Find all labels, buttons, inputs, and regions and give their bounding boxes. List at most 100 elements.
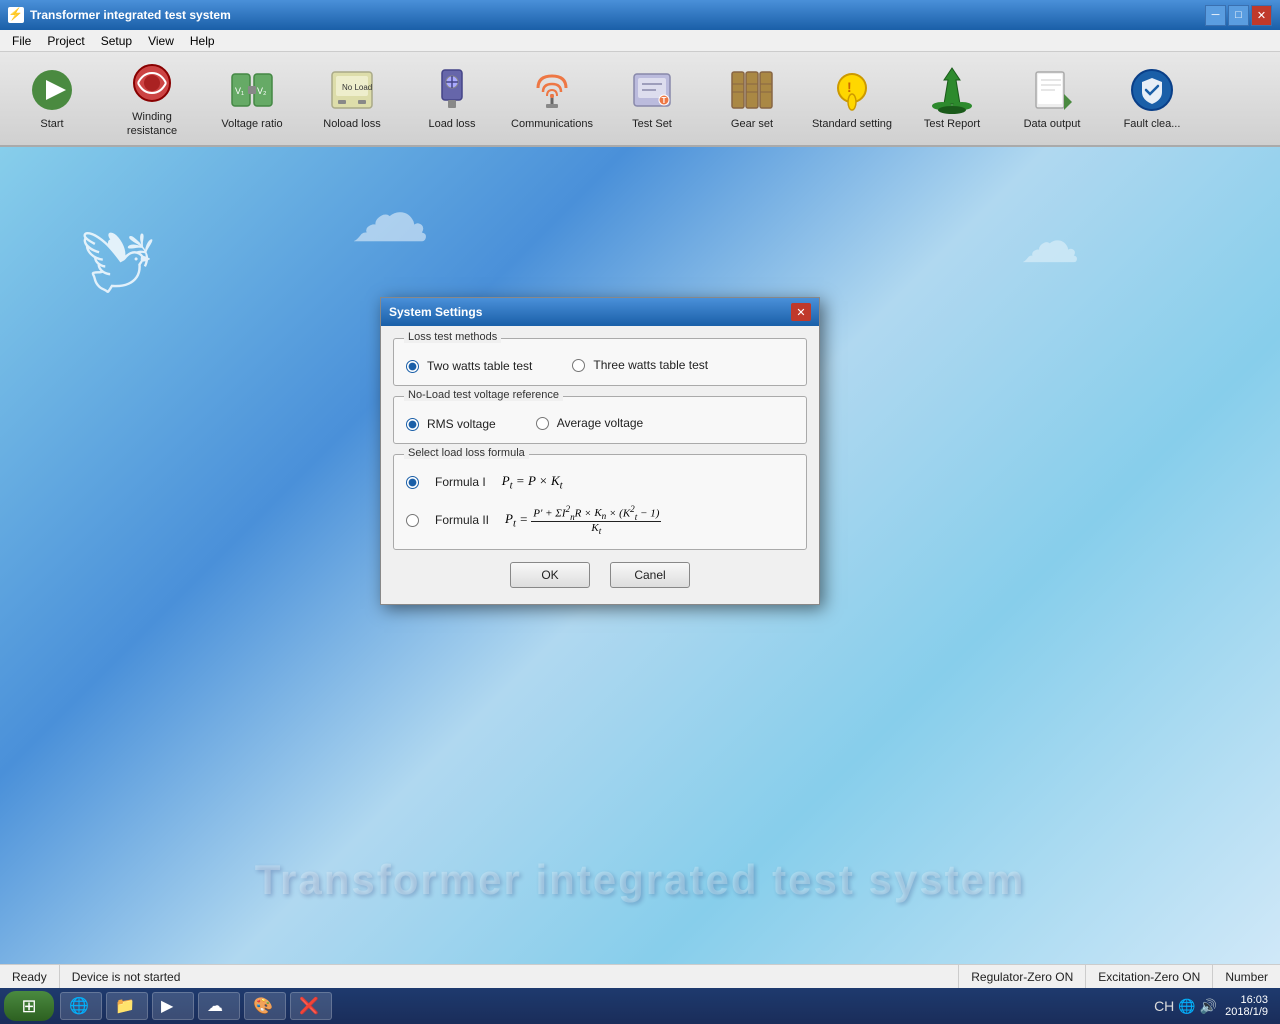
toolbar-start[interactable]: Start — [2, 56, 102, 141]
app-icon: ⚡ — [8, 7, 24, 23]
gearset-label: Gear set — [731, 118, 773, 131]
formula2-radio[interactable] — [406, 514, 419, 527]
status-ready: Ready — [0, 965, 60, 988]
menu-project[interactable]: Project — [39, 32, 92, 50]
status-device: Device is not started — [60, 965, 960, 988]
testset-label: Test Set — [632, 118, 672, 131]
menu-setup[interactable]: Setup — [93, 32, 140, 50]
maximize-button[interactable]: □ — [1228, 5, 1249, 26]
noload-voltage-label: No-Load test voltage reference — [404, 389, 563, 401]
status-number: Number — [1213, 965, 1280, 988]
toolbar-standard[interactable]: ! Standard setting — [802, 56, 902, 141]
time-display: 16:03 — [1225, 994, 1268, 1006]
toolbar-gearset[interactable]: Gear set — [702, 56, 802, 141]
formula1-display: Pt = P × Kt — [502, 473, 563, 492]
voltage-label: Voltage ratio — [221, 118, 282, 131]
menu-view[interactable]: View — [140, 32, 182, 50]
svg-text:V₁: V₁ — [235, 86, 244, 96]
toolbar-comm[interactable]: Communications — [502, 56, 602, 141]
toolbar-testset[interactable]: T Test Set — [602, 56, 702, 141]
gearset-icon — [728, 66, 776, 114]
titlebar: ⚡ Transformer integrated test system ─ □… — [0, 0, 1280, 30]
regulator-text: Regulator-Zero ON — [971, 970, 1073, 984]
standard-label: Standard setting — [812, 118, 892, 131]
start-label: Start — [40, 118, 63, 131]
standard-icon: ! — [828, 66, 876, 114]
taskbar-explorer[interactable]: 📁 — [106, 992, 148, 1020]
loadloss-label: Load loss — [428, 118, 475, 131]
dialog-close-button[interactable]: ✕ — [791, 303, 811, 321]
dataoutput-label: Data output — [1024, 118, 1081, 131]
svg-text:No Load: No Load — [342, 83, 372, 92]
winding-icon — [128, 59, 176, 107]
excitation-text: Excitation-Zero ON — [1098, 970, 1200, 984]
network-icon: 🌐 — [1178, 998, 1195, 1015]
sys-tray: CH 🌐 🔊 — [1154, 998, 1217, 1015]
ie-icon: 🌐 — [69, 996, 89, 1016]
noload-icon: No Load — [328, 66, 376, 114]
formula2-label: Formula II — [435, 513, 489, 527]
menu-help[interactable]: Help — [182, 32, 223, 50]
toolbar-winding[interactable]: Winding resistance — [102, 56, 202, 141]
svg-text:!: ! — [847, 79, 852, 95]
start-icon: ⊞ — [21, 996, 36, 1017]
winding-label: Winding resistance — [107, 111, 197, 137]
system-settings-dialog: System Settings ✕ Loss test methods Two … — [380, 297, 820, 605]
two-watts-radio[interactable] — [406, 360, 419, 373]
formula2-display: Pt = P' + ΣI2nR × Kn × (K2t − 1) Kt — [505, 504, 661, 537]
cancel-button[interactable]: Canel — [610, 562, 690, 588]
minimize-button[interactable]: ─ — [1205, 5, 1226, 26]
volume-icon: 🔊 — [1200, 998, 1217, 1015]
taskbar-cloud[interactable]: ☁ — [198, 992, 240, 1020]
formula1-radio[interactable] — [406, 476, 419, 489]
comm-label: Communications — [511, 118, 593, 131]
comm-icon — [528, 66, 576, 114]
media-icon: ▶ — [161, 996, 181, 1016]
statusbar: Ready Device is not started Regulator-Ze… — [0, 964, 1280, 988]
ok-button[interactable]: OK — [510, 562, 590, 588]
window-title: Transformer integrated test system — [30, 8, 1205, 22]
three-watts-radio[interactable] — [572, 359, 585, 372]
lang-icon: CH — [1154, 998, 1174, 1014]
taskbar-paint[interactable]: 🎨 — [244, 992, 286, 1020]
toolbar-dataoutput[interactable]: Data output — [1002, 56, 1102, 141]
svg-text:V₂: V₂ — [257, 86, 267, 96]
toolbar-loadloss[interactable]: Load loss — [402, 56, 502, 141]
testset-icon: T — [628, 66, 676, 114]
dialog-buttons: OK Canel — [393, 562, 807, 592]
toolbar-voltage[interactable]: V₁ V₂ Voltage ratio — [202, 56, 302, 141]
testreport-icon — [928, 66, 976, 114]
avg-voltage-radio[interactable] — [536, 417, 549, 430]
start-icon — [28, 66, 76, 114]
toolbar: Start Winding resistance V₁ V₂ Voltage r… — [0, 52, 1280, 147]
toolbar-noload[interactable]: No Load Noload loss — [302, 56, 402, 141]
two-watts-label: Two watts table test — [427, 359, 532, 373]
menu-file[interactable]: File — [4, 32, 39, 50]
menubar: File Project Setup View Help — [0, 30, 1280, 52]
svg-text:T: T — [662, 96, 667, 105]
close-button[interactable]: ✕ — [1251, 5, 1272, 26]
rms-voltage-radio[interactable] — [406, 418, 419, 431]
status-regulator: Regulator-Zero ON — [959, 965, 1086, 988]
device-status-text: Device is not started — [72, 970, 181, 984]
testreport-label: Test Report — [924, 118, 980, 131]
app6-icon: ❌ — [299, 996, 319, 1016]
taskbar-app6[interactable]: ❌ — [290, 992, 332, 1020]
taskbar: ⊞ 🌐 📁 ▶ ☁ 🎨 ❌ CH 🌐 🔊 16:03 2018/1/9 — [0, 988, 1280, 1024]
date-display: 2018/1/9 — [1225, 1006, 1268, 1018]
taskbar-media[interactable]: ▶ — [152, 992, 194, 1020]
formula1-label: Formula I — [435, 475, 486, 489]
start-button[interactable]: ⊞ — [4, 991, 54, 1021]
avg-voltage-label: Average voltage — [557, 416, 644, 430]
dialog-overlay: System Settings ✕ Loss test methods Two … — [0, 147, 1280, 964]
toolbar-faultclear[interactable]: Fault clea... — [1102, 56, 1202, 141]
taskbar-ie[interactable]: 🌐 — [60, 992, 102, 1020]
cloud-icon: ☁ — [207, 996, 227, 1016]
three-watts-label: Three watts table test — [593, 358, 708, 372]
loadloss-icon — [428, 66, 476, 114]
status-excitation: Excitation-Zero ON — [1086, 965, 1213, 988]
taskbar-right: CH 🌐 🔊 16:03 2018/1/9 — [1154, 994, 1276, 1018]
clock: 16:03 2018/1/9 — [1225, 994, 1268, 1018]
toolbar-testreport[interactable]: Test Report — [902, 56, 1002, 141]
two-watts-row: Two watts table test — [406, 359, 532, 373]
